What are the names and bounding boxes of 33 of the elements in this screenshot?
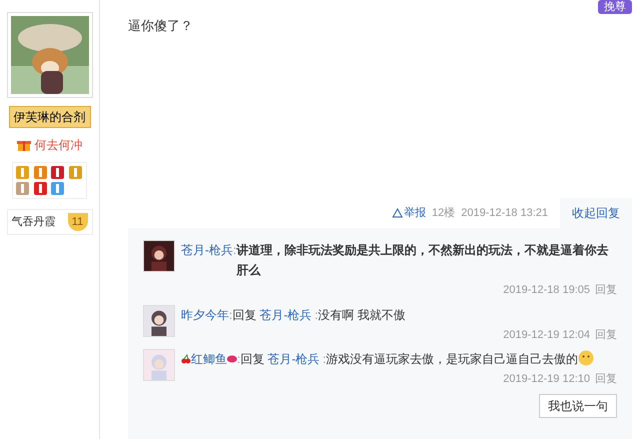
level-name: 气吞丹霞	[12, 214, 56, 230]
gift-icon	[16, 138, 30, 152]
post-time: 2019-12-18 13:21	[461, 206, 548, 221]
rank-badge: 伊芙琳的合剂	[8, 106, 90, 128]
comment-text: 没有啊 我就不傲	[318, 306, 406, 324]
separator: :	[233, 242, 236, 259]
comment-text: 讲道理，除非玩法奖励是共上限的，不然新出的玩法，不就是逼着你去肝么	[236, 242, 610, 279]
reply-time: 2019-12-19 12:10	[503, 372, 590, 387]
user-link[interactable]: 昨夕今年	[181, 304, 229, 324]
say-something-button[interactable]: 我也说一句	[539, 394, 617, 418]
reply-time: 2019-12-18 19:05	[503, 283, 590, 298]
user-link[interactable]: 苍月-枪兵	[268, 349, 320, 369]
collapse-replies-tab[interactable]: 收起回复	[560, 198, 632, 228]
post-text: 逼你傻了？	[128, 17, 194, 35]
separator: :	[322, 351, 326, 368]
smiley-icon	[578, 350, 594, 366]
user-link[interactable]: 红鲫鱼	[191, 349, 227, 369]
reply-word: 回复	[240, 351, 266, 368]
separator: :	[229, 306, 232, 324]
user-link[interactable]: 苍月-枪兵	[181, 240, 233, 260]
warning-icon	[392, 208, 403, 218]
separator: :	[314, 306, 318, 324]
separator: :	[237, 351, 240, 368]
cherry-icon	[181, 354, 191, 364]
level-badge: 11	[68, 213, 88, 231]
user-title: 何去何冲	[34, 137, 82, 154]
floor-number: 12楼	[432, 206, 456, 221]
reply-time: 2019-12-19 12:04	[503, 328, 590, 342]
top-button[interactable]: 挽尊	[598, 0, 632, 14]
user-link[interactable]: 苍月-枪兵	[260, 304, 312, 324]
report-link[interactable]: 举报	[392, 204, 426, 222]
reply-word: 回复	[232, 306, 258, 324]
comment-text: 游戏没有逼玩家去傲，是玩家自己逼自己去傲的	[326, 351, 578, 368]
